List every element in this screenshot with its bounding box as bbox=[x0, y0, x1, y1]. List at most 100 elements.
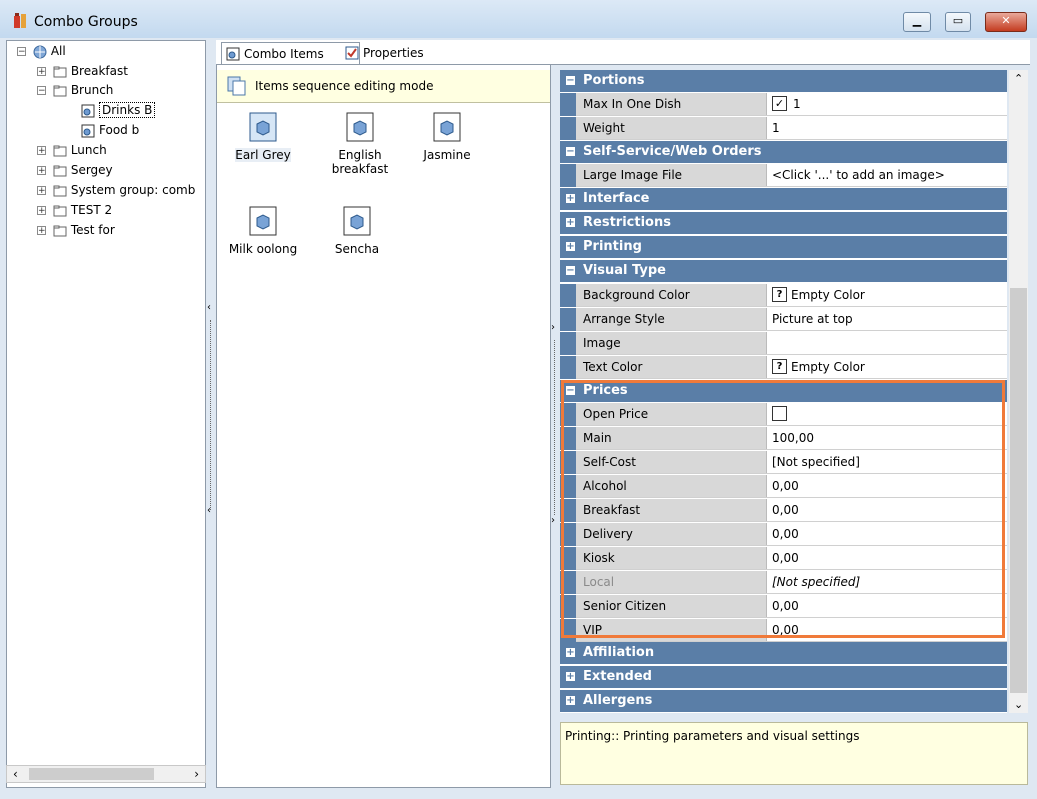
prop-breakfast[interactable]: Breakfast 0,00 bbox=[560, 499, 1007, 522]
collapse-icon[interactable]: − bbox=[566, 76, 575, 86]
sequence-mode-bar[interactable]: Items sequence editing mode bbox=[217, 70, 550, 103]
category-printing[interactable]: + Printing bbox=[560, 236, 1007, 258]
collapse-left-icon[interactable]: ‹ bbox=[207, 505, 211, 516]
tree-horizontal-scrollbar[interactable]: ‹ › bbox=[6, 765, 206, 783]
collapse-icon[interactable]: − bbox=[37, 86, 46, 96]
scroll-left-icon[interactable]: ‹ bbox=[13, 767, 18, 781]
combo-item-jasmine[interactable]: Jasmine bbox=[412, 112, 482, 162]
prop-image[interactable]: Image bbox=[560, 332, 1007, 355]
minimize-button[interactable]: ▁ bbox=[903, 12, 931, 32]
collapse-icon[interactable]: − bbox=[566, 266, 575, 276]
prop-open-price[interactable]: Open Price bbox=[560, 403, 1007, 426]
category-interface[interactable]: + Interface bbox=[560, 188, 1007, 210]
expand-icon[interactable]: + bbox=[37, 67, 46, 77]
expand-icon[interactable]: + bbox=[566, 218, 575, 228]
prop-background-color[interactable]: Background Color? Empty Color bbox=[560, 284, 1007, 307]
properties-icon bbox=[345, 46, 359, 60]
category-restrictions[interactable]: + Restrictions bbox=[560, 212, 1007, 234]
tree-node-system-group[interactable]: + System group: comb bbox=[37, 181, 195, 199]
collapse-icon[interactable]: − bbox=[566, 386, 575, 396]
left-splitter[interactable]: ‹ ‹ bbox=[207, 300, 214, 520]
prop-text-color[interactable]: Text Color? Empty Color bbox=[560, 356, 1007, 379]
prop-arrange-style[interactable]: Arrange Style Picture at top bbox=[560, 308, 1007, 331]
collapse-right-icon[interactable]: › bbox=[551, 515, 555, 526]
tree-node-drinks-b[interactable]: Drinks B bbox=[81, 101, 156, 119]
prop-large-image-file[interactable]: Large Image File <Click '...' to add an i… bbox=[560, 164, 1007, 187]
prop-max-in-one-dish[interactable]: Max In One Dish ✓ 1 bbox=[560, 93, 1007, 116]
combo-item-milk-oolong[interactable]: Milk oolong bbox=[228, 206, 298, 256]
category-affiliation[interactable]: + Affiliation bbox=[560, 642, 1007, 664]
color-swatch-icon: ? bbox=[772, 287, 787, 302]
expand-icon[interactable]: + bbox=[566, 672, 575, 682]
folder-icon bbox=[53, 185, 67, 196]
category-portions[interactable]: − Portions bbox=[560, 70, 1007, 92]
expand-icon[interactable]: + bbox=[566, 242, 575, 252]
expand-icon[interactable]: + bbox=[566, 194, 575, 204]
prop-vip[interactable]: VIP 0,00 bbox=[560, 619, 1007, 642]
expand-icon[interactable]: + bbox=[566, 648, 575, 658]
collapse-left-icon[interactable]: ‹ bbox=[207, 302, 211, 313]
tab-combo-items[interactable]: Combo Items bbox=[221, 42, 360, 65]
checkbox-icon[interactable] bbox=[772, 406, 787, 421]
combo-icon bbox=[81, 124, 95, 137]
expand-icon[interactable]: + bbox=[37, 146, 46, 156]
prop-main[interactable]: Main 100,00 bbox=[560, 427, 1007, 450]
expand-icon[interactable]: + bbox=[37, 226, 46, 236]
tree-node-food-b[interactable]: Food b bbox=[81, 121, 139, 139]
prop-delivery[interactable]: Delivery 0,00 bbox=[560, 523, 1007, 546]
tree-node-test-for[interactable]: + Test for bbox=[37, 221, 115, 239]
scroll-down-icon[interactable]: ⌄ bbox=[1014, 698, 1023, 711]
tree-node-label: Drinks B bbox=[99, 102, 156, 118]
prop-self-cost[interactable]: Self-Cost [Not specified] bbox=[560, 451, 1007, 474]
expand-icon[interactable]: + bbox=[37, 186, 46, 196]
grid-vertical-scrollbar[interactable]: ⌃ ⌄ bbox=[1009, 70, 1028, 713]
collapse-icon[interactable]: − bbox=[566, 147, 575, 157]
tree-node-test-2[interactable]: + TEST 2 bbox=[37, 201, 112, 219]
tree-node-breakfast[interactable]: + Breakfast bbox=[37, 62, 128, 80]
sequence-icon bbox=[227, 76, 246, 96]
collapse-right-icon[interactable]: › bbox=[551, 322, 555, 333]
checkbox-icon[interactable]: ✓ bbox=[772, 96, 787, 111]
prop-senior-citizen[interactable]: Senior Citizen 0,00 bbox=[560, 595, 1007, 618]
combo-icon bbox=[226, 47, 240, 61]
prop-kiosk[interactable]: Kiosk 0,00 bbox=[560, 547, 1007, 570]
expand-icon[interactable]: + bbox=[37, 206, 46, 216]
right-splitter[interactable]: › › bbox=[551, 320, 558, 540]
tree-node-label: Brunch bbox=[70, 83, 114, 97]
combo-item-icon bbox=[249, 112, 277, 142]
collapse-icon[interactable]: − bbox=[17, 47, 26, 57]
category-self-service[interactable]: − Self-Service/Web Orders bbox=[560, 141, 1007, 163]
prop-weight[interactable]: Weight 1 bbox=[560, 117, 1007, 140]
globe-icon bbox=[33, 45, 47, 58]
expand-icon[interactable]: + bbox=[37, 166, 46, 176]
scroll-right-icon[interactable]: › bbox=[194, 767, 199, 781]
expand-icon[interactable]: + bbox=[566, 696, 575, 706]
combo-item-sencha[interactable]: Sencha bbox=[322, 206, 392, 256]
close-button[interactable]: ✕ bbox=[985, 12, 1027, 32]
window-title: Combo Groups bbox=[34, 14, 138, 30]
tab-properties[interactable]: Properties bbox=[341, 42, 458, 64]
scroll-thumb[interactable] bbox=[1010, 288, 1027, 693]
folder-icon bbox=[53, 225, 67, 236]
app-icon bbox=[14, 13, 26, 28]
tree-node-brunch[interactable]: − Brunch bbox=[37, 81, 113, 99]
tree-node-label: Test for bbox=[70, 223, 115, 237]
scroll-up-icon[interactable]: ⌃ bbox=[1014, 72, 1023, 85]
scroll-thumb[interactable] bbox=[29, 768, 154, 780]
combo-item-earl-grey[interactable]: Earl Grey bbox=[228, 112, 298, 162]
category-prices[interactable]: − Prices bbox=[560, 380, 1007, 402]
folder-icon bbox=[53, 66, 67, 77]
prop-alcohol[interactable]: Alcohol 0,00 bbox=[560, 475, 1007, 498]
tree-node-all[interactable]: − All bbox=[17, 42, 66, 60]
group-tree[interactable]: − All + Breakfast − Brunch Drinks B Food… bbox=[6, 40, 206, 788]
property-grid[interactable]: − Portions Max In One Dish ✓ 1 Weight 1 − Sel… bbox=[560, 70, 1007, 713]
maximize-button[interactable]: ▭ bbox=[945, 12, 971, 32]
tree-node-lunch[interactable]: + Lunch bbox=[37, 141, 107, 159]
combo-item-english-breakfast[interactable]: English breakfast bbox=[325, 112, 395, 176]
category-visual-type[interactable]: − Visual Type bbox=[560, 260, 1007, 282]
category-allergens[interactable]: + Allergens bbox=[560, 690, 1007, 712]
description-panel: Printing:: Printing parameters and visua… bbox=[560, 722, 1028, 785]
tree-node-sergey[interactable]: + Sergey bbox=[37, 161, 113, 179]
title-bar: Combo Groups ▁ ▭ ✕ bbox=[0, 0, 1037, 39]
category-extended[interactable]: + Extended bbox=[560, 666, 1007, 688]
